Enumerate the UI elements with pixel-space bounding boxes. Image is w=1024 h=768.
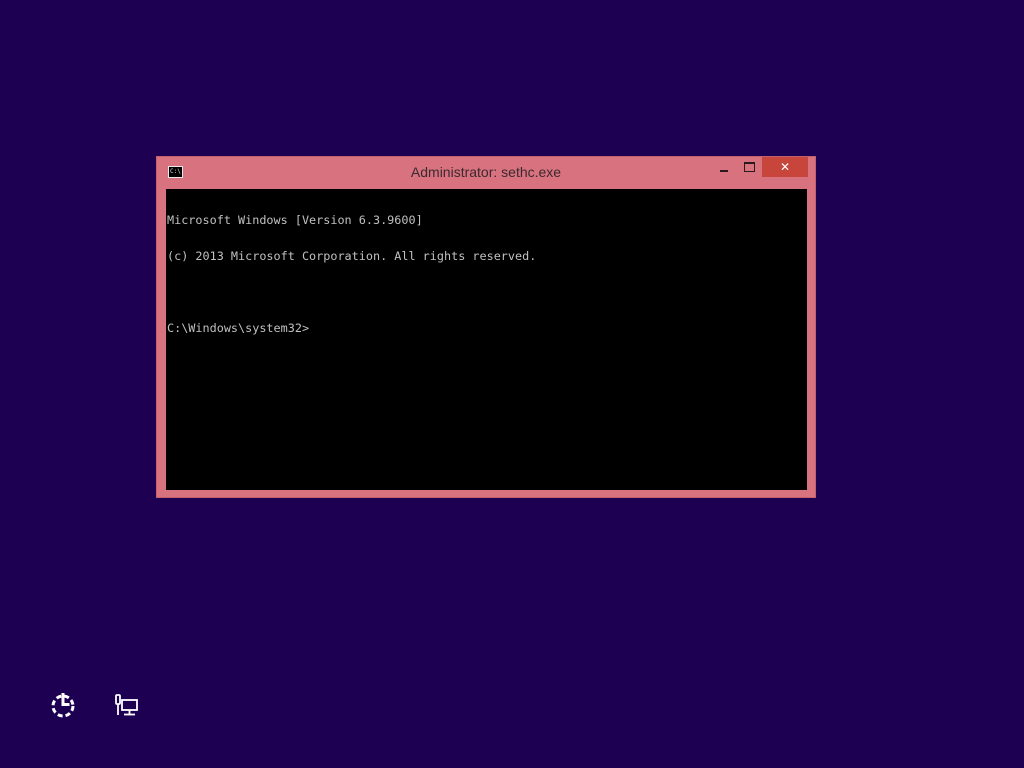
- console-line: Microsoft Windows [Version 6.3.9600]: [167, 213, 423, 227]
- console-line: (c) 2013 Microsoft Corporation. All righ…: [167, 249, 537, 263]
- desktop: C:\. Administrator: sethc.exe ✕ Microsof…: [0, 0, 1024, 768]
- close-button[interactable]: ✕: [762, 157, 808, 177]
- console-output[interactable]: Microsoft Windows [Version 6.3.9600] (c)…: [166, 189, 807, 490]
- title-bar[interactable]: C:\. Administrator: sethc.exe ✕: [157, 157, 815, 189]
- minimize-button[interactable]: [712, 157, 737, 177]
- network-icon[interactable]: [113, 692, 141, 720]
- maximize-button[interactable]: [737, 157, 762, 177]
- cmd-window[interactable]: C:\. Administrator: sethc.exe ✕ Microsof…: [156, 156, 816, 498]
- ease-of-access-icon[interactable]: [49, 692, 77, 720]
- command-prompt[interactable]: C:\Windows\system32>: [167, 322, 807, 334]
